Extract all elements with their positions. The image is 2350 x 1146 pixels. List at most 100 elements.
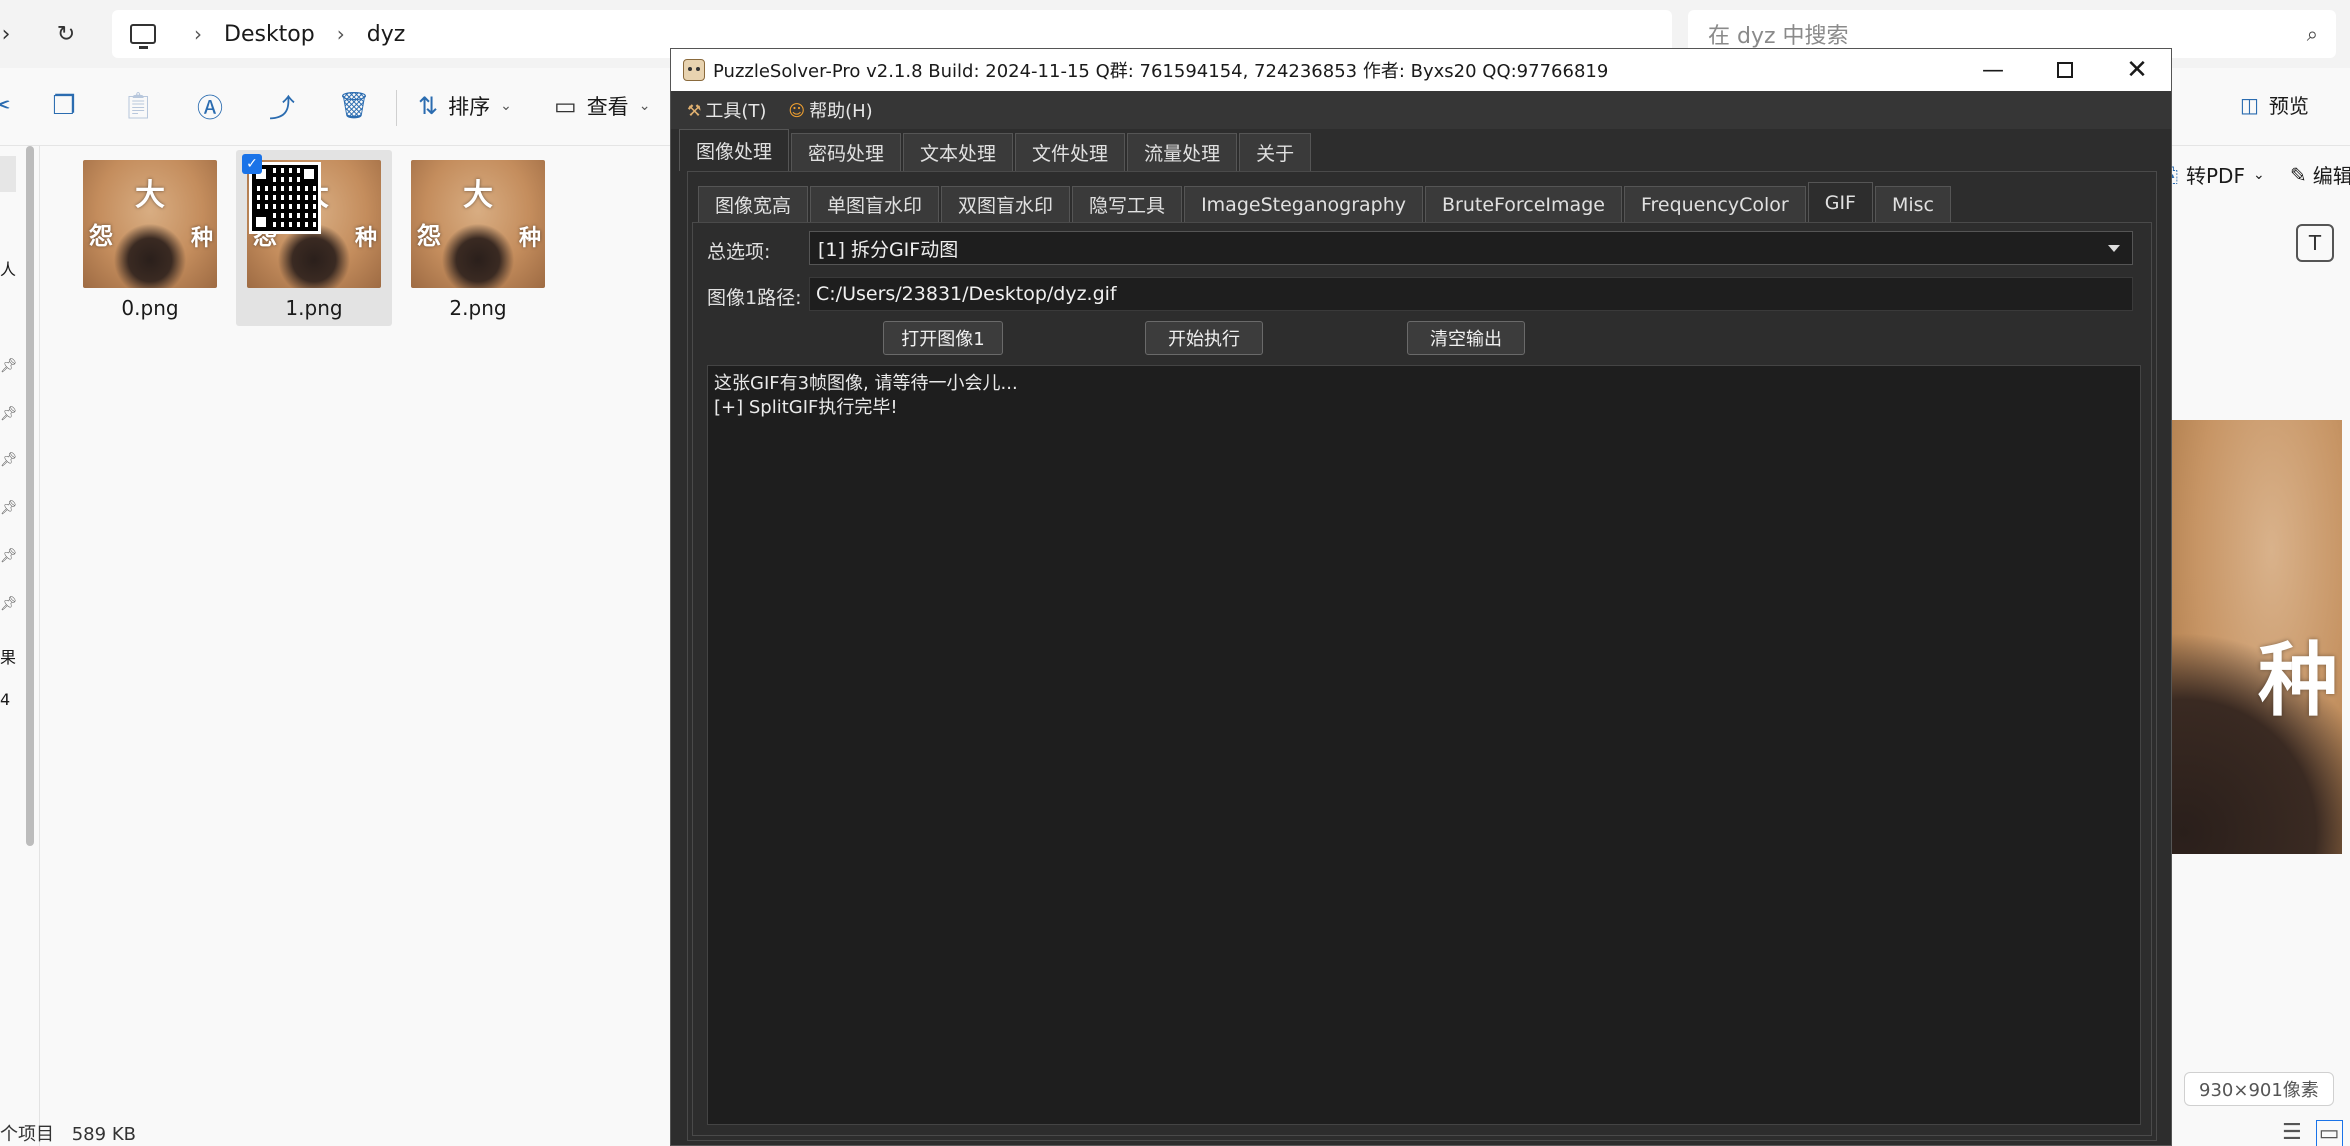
search-placeholder: 在 dyz 中搜索 bbox=[1708, 24, 1849, 49]
cut-icon[interactable]: ✂ bbox=[0, 86, 20, 126]
file-item[interactable]: 大 怨 种 2.png bbox=[400, 150, 556, 326]
tab-single-watermark[interactable]: 单图盲水印 bbox=[810, 186, 940, 222]
output-line: 这张GIF有3帧图像, 请等待一小会儿... bbox=[714, 373, 1018, 394]
menu-tools[interactable]: ⚒ 工具(T) bbox=[687, 97, 766, 123]
file-name: 0.png bbox=[121, 296, 179, 320]
delete-icon[interactable]: 🗑︎ bbox=[334, 86, 374, 126]
breadcrumb-dyz[interactable]: dyz bbox=[367, 22, 406, 47]
sort-button[interactable]: ⇅ 排序 ⌄ bbox=[418, 86, 512, 126]
to-pdf-button[interactable]: ⎘ 转PDF ⌄ bbox=[2162, 160, 2265, 189]
edit-button[interactable]: ✎ 编辑 bbox=[2290, 160, 2350, 189]
preview-label: 预览 bbox=[2268, 94, 2309, 118]
image-path-input[interactable]: C:/Users/23831/Desktop/dyz.gif bbox=[809, 277, 2133, 311]
preview-pane-icon: ◫ bbox=[2240, 92, 2259, 117]
option-label: 总选项: bbox=[707, 241, 771, 263]
tab-dual-watermark[interactable]: 双图盲水印 bbox=[941, 186, 1071, 222]
minimize-icon[interactable]: — bbox=[1957, 49, 2029, 91]
pin-icon: 📌︎ bbox=[0, 406, 18, 422]
menu-help-label: 帮助(H) bbox=[809, 101, 873, 122]
view-label: 查看 bbox=[586, 95, 629, 119]
navigation-pane: 人 📌︎ 📌︎ 📌︎ 📌︎ 📌︎ 📌︎ 果 4 bbox=[0, 146, 40, 1146]
nav-pane-scrollbar[interactable] bbox=[26, 146, 34, 846]
file-thumbnail: 大 怨 种 bbox=[411, 160, 545, 288]
tab-stego-tools[interactable]: 隐写工具 bbox=[1072, 186, 1183, 222]
details-view-icon[interactable]: ☰ bbox=[2282, 1120, 2302, 1146]
file-thumbnail: 大 怨 种 bbox=[83, 160, 217, 288]
clear-output-button[interactable]: 清空输出 bbox=[1407, 321, 1525, 355]
nav-item-fragment[interactable]: 果 bbox=[0, 644, 16, 668]
qr-finder bbox=[252, 213, 270, 231]
copy-icon[interactable]: ❐ bbox=[44, 86, 84, 126]
tab-misc[interactable]: Misc bbox=[1874, 186, 1952, 222]
thumb-char: 大 bbox=[135, 178, 165, 213]
thumb-char: 种 bbox=[190, 226, 213, 251]
qr-finder bbox=[300, 165, 318, 183]
tab-image-processing[interactable]: 图像处理 bbox=[679, 129, 790, 171]
output-line: [+] SplitGIF执行完毕! bbox=[714, 397, 898, 418]
image-preview: 种 bbox=[2166, 420, 2342, 854]
rename-icon[interactable]: Ⓐ bbox=[190, 86, 230, 126]
thumb-char: 种 bbox=[518, 226, 541, 251]
chevron-down-icon: ⌄ bbox=[500, 98, 512, 114]
selection-size: 589 KB bbox=[71, 1124, 136, 1145]
share-icon[interactable]: ⤴ bbox=[262, 86, 302, 126]
tab-crypto[interactable]: 密码处理 bbox=[791, 133, 902, 171]
edit-label: 编辑 bbox=[2312, 164, 2350, 188]
close-icon[interactable]: ✕ bbox=[2101, 49, 2173, 91]
forward-icon[interactable]: › bbox=[0, 14, 26, 54]
search-icon: ⌕ bbox=[2306, 22, 2318, 46]
pin-icon: 📌︎ bbox=[0, 452, 18, 468]
tab-image-size[interactable]: 图像宽高 bbox=[698, 186, 809, 222]
chevron-down-icon: ⌄ bbox=[2252, 166, 2265, 183]
thumb-char: 怨 bbox=[89, 222, 113, 250]
puzzlesolver-window: PuzzleSolver-Pro v2.1.8 Build: 2024-11-1… bbox=[670, 48, 2172, 1146]
tab-file[interactable]: 文件处理 bbox=[1015, 133, 1126, 171]
breadcrumb-desktop[interactable]: Desktop bbox=[224, 22, 315, 47]
paste-icon[interactable]: 📋︎ bbox=[118, 86, 158, 126]
title-bar[interactable]: PuzzleSolver-Pro v2.1.8 Build: 2024-11-1… bbox=[671, 49, 2171, 91]
file-name: 2.png bbox=[449, 296, 507, 320]
tab-text[interactable]: 文本处理 bbox=[903, 133, 1014, 171]
tab-about[interactable]: 关于 bbox=[1239, 133, 1312, 171]
preview-char: 种 bbox=[2258, 634, 2338, 727]
item-count: 个项目 bbox=[0, 1124, 54, 1145]
nav-item-fragment[interactable]: 4 bbox=[0, 690, 10, 709]
open-image-button[interactable]: 打开图像1 bbox=[883, 321, 1003, 355]
selection-checkbox[interactable]: ✓ bbox=[242, 154, 262, 174]
computer-icon bbox=[130, 24, 156, 49]
output-textarea[interactable]: 这张GIF有3帧图像, 请等待一小会儿... [+] SplitGIF执行完毕! bbox=[707, 365, 2141, 1125]
run-button[interactable]: 开始执行 bbox=[1145, 321, 1263, 355]
sub-tab-bar: 图像宽高 单图盲水印 双图盲水印 隐写工具 ImageSteganography… bbox=[698, 182, 1953, 222]
file-item[interactable]: 大 怨 种 0.png bbox=[72, 150, 228, 326]
file-item-selected[interactable]: 大 怨 种 ✓ 1.png bbox=[236, 150, 392, 326]
file-thumbnail: 大 怨 种 bbox=[247, 160, 381, 288]
help-icon: ☺ bbox=[788, 100, 806, 120]
text-recognition-icon[interactable]: T bbox=[2296, 224, 2334, 262]
thumb-char: 种 bbox=[354, 226, 377, 251]
tab-frequency-color[interactable]: FrequencyColor bbox=[1623, 186, 1806, 222]
refresh-icon[interactable]: ↻ bbox=[46, 14, 86, 54]
maximize-icon[interactable] bbox=[2029, 49, 2101, 91]
pin-icon: 📌︎ bbox=[0, 500, 18, 516]
nav-item-fragment[interactable]: 人 bbox=[0, 256, 16, 280]
tab-traffic[interactable]: 流量处理 bbox=[1127, 133, 1238, 171]
breadcrumb-separator-icon: › bbox=[336, 22, 345, 46]
menu-help[interactable]: ☺ 帮助(H) bbox=[788, 97, 872, 123]
option-select[interactable]: [1] 拆分GIF动图 bbox=[809, 231, 2133, 265]
path-label: 图像1路径: bbox=[707, 287, 802, 309]
tab-gif[interactable]: GIF bbox=[1807, 182, 1873, 222]
menu-bar: ⚒ 工具(T) ☺ 帮助(H) bbox=[671, 91, 2171, 129]
gif-panel: 总选项: [1] 拆分GIF动图 图像1路径: C:/Users/23831/D… bbox=[692, 222, 2152, 1136]
view-button[interactable]: ▭ 查看 ⌄ bbox=[554, 86, 650, 126]
toolbar-divider bbox=[396, 90, 397, 126]
tab-brute-force-image[interactable]: BruteForceImage bbox=[1425, 186, 1622, 222]
view-icon: ▭ bbox=[554, 92, 577, 120]
nav-selected-item[interactable] bbox=[0, 156, 16, 192]
image-dimensions-badge: 930×901像素 bbox=[2184, 1072, 2334, 1106]
view-mode-switcher: ☰ ▭ bbox=[2282, 1120, 2343, 1146]
tiles-view-icon[interactable]: ▭ bbox=[2315, 1120, 2343, 1146]
tab-image-steganography[interactable]: ImageSteganography bbox=[1184, 186, 1423, 222]
preview-toggle-button[interactable]: ◫ 预览 bbox=[2240, 90, 2309, 119]
file-name: 1.png bbox=[285, 296, 343, 320]
app-logo-icon bbox=[683, 59, 705, 81]
